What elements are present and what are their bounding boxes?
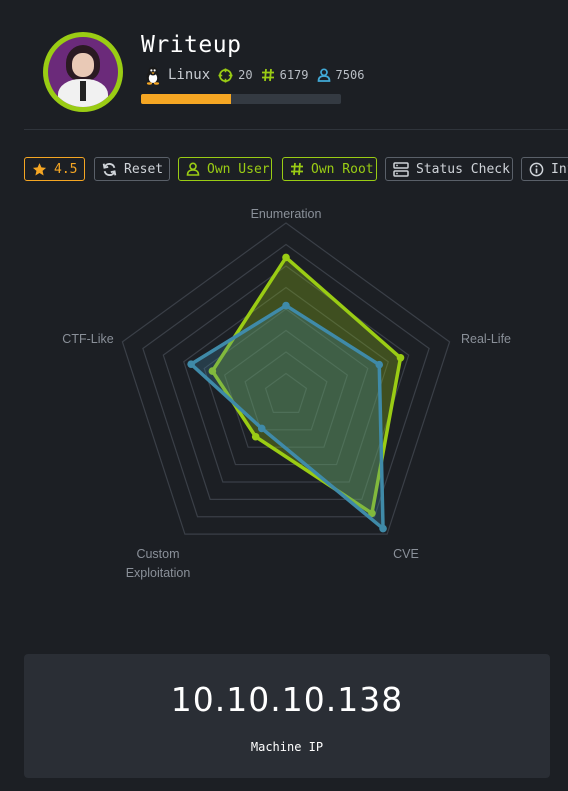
progress-bar [141,94,341,104]
hash-icon [291,162,303,176]
radar-data-point [375,360,384,369]
hash-icon [261,68,274,82]
radar-axis-label: Enumeration [251,207,322,221]
os-label: Linux [168,67,211,83]
radar-data-point [282,301,290,310]
info-label: Info [551,161,568,177]
server-icon [393,161,409,177]
radar-data-point [282,253,290,262]
machine-ip[interactable]: 10.10.10.138 [24,680,550,719]
status-check-button[interactable]: Status Check [385,157,513,181]
radar-axis-label: Real-Life [461,332,511,346]
header-divider [24,129,568,130]
radar-chart-svg: Enumeration Real-Life CVE Custom Exploitatio… [62,207,511,580]
radar-axis-label: CTF-Like [62,332,113,346]
root-owns-info: 6179 [261,68,309,82]
machine-meta: Linux 20 6179 7506 [143,65,372,85]
user-owns-info: 7506 [317,68,365,82]
crosshair-icon [218,67,233,83]
own-user-label: Own User [207,161,270,177]
os-info: Linux [143,65,210,85]
reset-label: Reset [124,161,164,177]
machine-name: Writeup [141,32,242,58]
radar-data-point [187,360,195,368]
machine-avatar[interactable] [43,32,123,112]
linux-penguin-icon [146,66,160,85]
radar-data-point [251,432,260,441]
machine-ip-label: Machine IP [250,740,324,754]
info-button[interactable]: Info [521,157,568,181]
action-toolbar: 4.5 Reset Own User Own Root Status Check… [24,157,568,183]
user-owns-count: 7506 [335,68,365,82]
star-icon [32,162,47,175]
own-root-button[interactable]: Own Root [282,157,377,181]
root-owns-count: 6179 [279,68,309,82]
progress-fill [141,94,231,104]
user-icon [317,68,330,82]
refresh-icon [102,162,117,176]
own-root-label: Own Root [311,161,374,177]
points-info: 20 [218,67,253,83]
radar-axis-label: CVE [393,547,419,561]
radar-data-point [396,353,405,362]
reset-button[interactable]: Reset [94,157,170,181]
rating-button[interactable]: 4.5 [24,157,85,181]
status-check-label: Status Check [416,161,510,177]
rating-value: 4.5 [54,161,78,177]
machine-header: Writeup Linux 20 6179 7506 [0,0,568,130]
points-value: 20 [238,68,253,82]
machine-ip-panel: 10.10.10.138 Machine IP [24,654,550,778]
radar-data-point [257,424,266,433]
radar-data-point [379,524,387,533]
radar-chart: Enumeration Real-Life CVE Custom Exploitatio… [0,195,568,595]
info-icon [529,162,544,176]
own-user-button[interactable]: Own User [178,157,272,181]
user-outline-icon [186,162,200,176]
radar-axis-label: Custom Exploitation [126,547,191,580]
avatar-image [48,37,118,107]
